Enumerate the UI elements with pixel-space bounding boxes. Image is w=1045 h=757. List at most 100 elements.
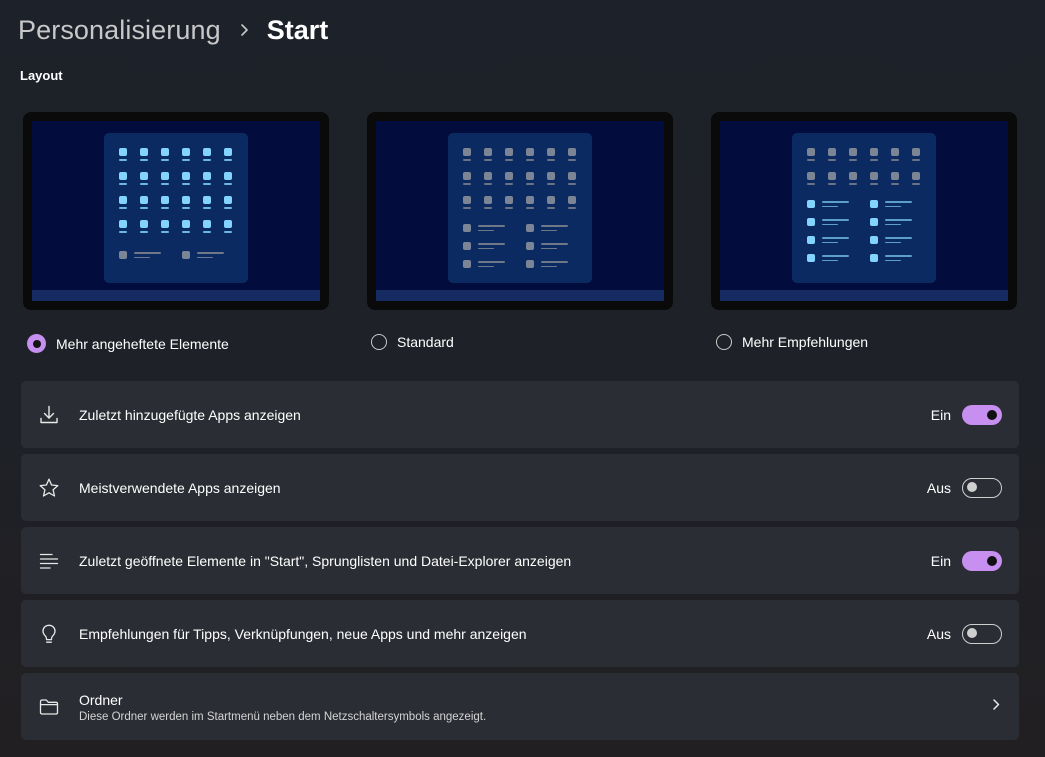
preview-app-tile — [140, 148, 148, 156]
preview-app-tile — [161, 196, 169, 204]
preview-start-menu — [448, 133, 592, 283]
preview-app-caption — [891, 183, 899, 185]
preview-recommendation-line — [478, 243, 505, 245]
radio-label: Mehr Empfehlungen — [742, 334, 869, 350]
preview-recommendation-tile — [526, 224, 534, 232]
preview-app-tile — [547, 172, 555, 180]
preview-app-tile — [463, 172, 471, 180]
preview-app-caption — [203, 207, 211, 209]
setting-title: Meistverwendete Apps anzeigen — [79, 479, 281, 496]
preview-recommendation-line — [478, 229, 494, 231]
radio-label: Mehr angeheftete Elemente — [56, 335, 229, 352]
setting-recently-added-apps[interactable]: Zuletzt hinzugefügte Apps anzeigen Ein — [21, 381, 1019, 448]
preview-recommendation-line — [822, 241, 838, 243]
preview-app-tile — [161, 172, 169, 180]
preview-recommendation-line — [541, 265, 557, 267]
preview-app-caption — [505, 207, 513, 209]
preview-app-tile — [224, 172, 232, 180]
toggle-switch[interactable] — [962, 477, 1002, 498]
preview-app-tile — [828, 148, 836, 156]
radio-option-more-recommendations[interactable]: Mehr Empfehlungen — [716, 334, 868, 350]
radio-button[interactable] — [716, 334, 732, 350]
preview-app-tile — [140, 220, 148, 228]
preview-app-tile — [891, 148, 899, 156]
preview-recommendation-line — [885, 255, 912, 257]
preview-recommendation-tile — [807, 200, 815, 208]
preview-app-tile — [203, 220, 211, 228]
chevron-right-icon[interactable] — [991, 697, 1001, 716]
layout-preview-more-pins[interactable] — [23, 112, 329, 310]
chevron-right-icon — [239, 23, 249, 37]
preview-app-caption — [526, 207, 534, 209]
preview-recommendation-line — [134, 252, 161, 254]
preview-recommendation-line — [478, 265, 494, 267]
preview-app-tile — [224, 196, 232, 204]
preview-app-tile — [119, 196, 127, 204]
preview-app-tile — [119, 148, 127, 156]
setting-recently-opened-items[interactable]: Zuletzt geöffnete Elemente in "Start", S… — [21, 527, 1019, 594]
preview-recommendation-tile — [870, 218, 878, 226]
breadcrumb-parent-link[interactable]: Personalisierung — [18, 15, 221, 46]
preview-app-caption — [870, 183, 878, 185]
preview-app-tile — [203, 148, 211, 156]
radio-option-default[interactable]: Standard — [371, 334, 454, 350]
preview-app-tile — [849, 148, 857, 156]
folder-icon — [38, 696, 60, 718]
preview-app-caption — [568, 207, 576, 209]
radio-option-more-pins[interactable]: Mehr angeheftete Elemente — [27, 334, 229, 353]
preview-recommendation-line — [885, 241, 901, 243]
radio-label: Standard — [397, 334, 454, 350]
preview-app-tile — [526, 172, 534, 180]
preview-app-caption — [505, 183, 513, 185]
preview-recommendation-line — [885, 205, 901, 207]
breadcrumb: Personalisierung Start — [18, 12, 328, 48]
radio-button-checked[interactable] — [27, 334, 46, 353]
preview-app-caption — [547, 183, 555, 185]
preview-app-caption — [224, 231, 232, 233]
preview-app-caption — [119, 159, 127, 161]
preview-recommendation-tile — [182, 251, 190, 259]
toggle-state-label: Ein — [930, 406, 951, 423]
preview-app-caption — [849, 159, 857, 161]
preview-app-tile — [568, 148, 576, 156]
preview-app-caption — [912, 159, 920, 161]
radio-button[interactable] — [371, 334, 387, 350]
toggle-switch[interactable] — [962, 623, 1002, 644]
preview-recommendation-tile — [870, 200, 878, 208]
preview-recommendation-line — [885, 223, 901, 225]
preview-app-caption — [182, 231, 190, 233]
preview-recommendation-line — [197, 256, 213, 258]
preview-app-caption — [870, 159, 878, 161]
toggle-switch[interactable] — [962, 404, 1002, 425]
layout-preview-default[interactable] — [367, 112, 673, 310]
preview-recommendation-line — [541, 229, 557, 231]
preview-app-tile — [140, 172, 148, 180]
toggle-switch[interactable] — [962, 550, 1002, 571]
preview-app-tile — [912, 148, 920, 156]
preview-app-tile — [484, 172, 492, 180]
preview-app-caption — [161, 207, 169, 209]
setting-recommendations-tips[interactable]: Empfehlungen für Tipps, Verknüpfungen, n… — [21, 600, 1019, 667]
preview-app-tile — [891, 172, 899, 180]
preview-recommendation-line — [134, 256, 150, 258]
preview-app-caption — [463, 207, 471, 209]
preview-recommendation-tile — [807, 254, 815, 262]
setting-title: Empfehlungen für Tipps, Verknüpfungen, n… — [79, 625, 527, 642]
layout-preview-more-recommendations[interactable] — [711, 112, 1017, 310]
preview-app-tile — [828, 172, 836, 180]
setting-folders[interactable]: Ordner Diese Ordner werden im Startmenü … — [21, 673, 1019, 740]
preview-recommendation-line — [822, 259, 838, 261]
preview-app-caption — [161, 159, 169, 161]
preview-app-tile — [224, 148, 232, 156]
preview-app-tile — [547, 196, 555, 204]
preview-app-tile — [912, 172, 920, 180]
preview-app-caption — [568, 159, 576, 161]
preview-recommendation-line — [541, 247, 557, 249]
preview-recommendation-tile — [526, 260, 534, 268]
preview-app-caption — [119, 207, 127, 209]
preview-recommendation-line — [541, 243, 568, 245]
preview-recommendation-line — [822, 219, 849, 221]
setting-most-used-apps[interactable]: Meistverwendete Apps anzeigen Aus — [21, 454, 1019, 521]
preview-app-tile — [870, 148, 878, 156]
toggle-state-label: Aus — [926, 479, 951, 496]
